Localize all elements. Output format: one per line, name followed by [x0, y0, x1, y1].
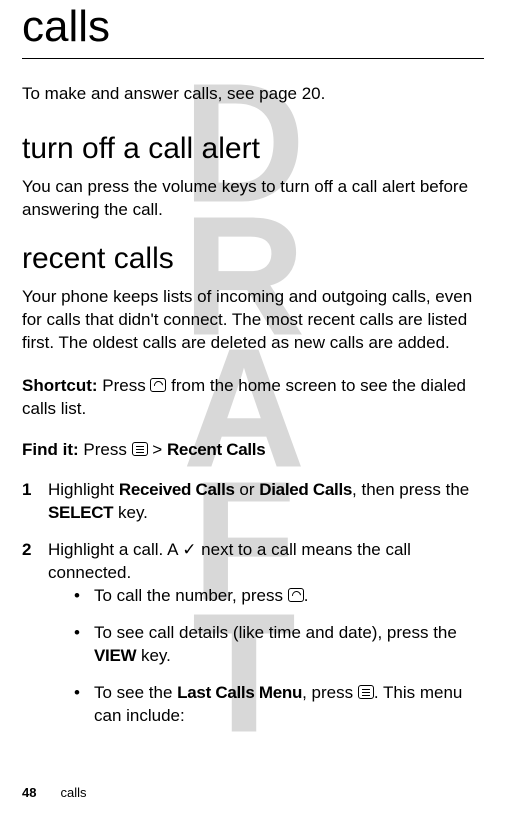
- bullet-call-number: To call the number, press .: [74, 585, 484, 608]
- step2-pre: Highlight a call. A: [48, 540, 182, 559]
- step1-post: key.: [113, 503, 148, 522]
- step-number: 2: [22, 539, 31, 562]
- footer-section: calls: [60, 785, 86, 800]
- step1-mid: , then press the: [352, 480, 469, 499]
- page-content: calls To make and answer calls, see page…: [22, 0, 484, 728]
- title-rule: [22, 58, 484, 59]
- call-key-icon: [150, 378, 166, 392]
- sub-bullets: To call the number, press . To see call …: [48, 585, 484, 728]
- numbered-steps: 1 Highlight Received Calls or Dialed Cal…: [22, 479, 484, 727]
- findit-gt: >: [148, 440, 167, 459]
- findit-line: Find it: Press > Recent Calls: [22, 439, 484, 462]
- step-2: 2 Highlight a call. A ✓ next to a call m…: [22, 539, 484, 728]
- recent-body: Your phone keeps lists of incoming and o…: [22, 286, 484, 355]
- page-title: calls: [22, 0, 484, 56]
- last-calls-menu-label: Last Calls Menu: [177, 683, 302, 702]
- step-number: 1: [22, 479, 31, 502]
- page-footer: 48 calls: [22, 785, 86, 800]
- bullet-last-calls-menu: To see the Last Calls Menu, press . This…: [74, 682, 484, 728]
- step-1: 1 Highlight Received Calls or Dialed Cal…: [22, 479, 484, 525]
- select-key-label: SELECT: [48, 503, 113, 522]
- section-heading-recent: recent calls: [22, 242, 484, 276]
- checkmark-icon: ✓: [182, 540, 196, 559]
- menu-key-icon: [358, 685, 374, 699]
- dialed-calls-label: Dialed Calls: [259, 480, 352, 499]
- page-number: 48: [22, 785, 36, 800]
- findit-label: Find it:: [22, 440, 79, 459]
- shortcut-line: Shortcut: Press from the home screen to …: [22, 375, 484, 421]
- intro-text: To make and answer calls, see page 20.: [22, 83, 484, 106]
- b3-mid: , press: [302, 683, 358, 702]
- bullet-call-details: To see call details (like time and date)…: [74, 622, 484, 668]
- findit-pre: Press: [79, 440, 132, 459]
- step1-or: or: [235, 480, 260, 499]
- b1-post: .: [304, 586, 309, 605]
- findit-recent: Recent Calls: [167, 440, 265, 459]
- received-calls-label: Received Calls: [119, 480, 235, 499]
- b2-pre: To see call details (like time and date)…: [94, 623, 457, 642]
- step1-pre: Highlight: [48, 480, 119, 499]
- b1-pre: To call the number, press: [94, 586, 288, 605]
- menu-key-icon: [132, 442, 148, 456]
- b3-pre: To see the: [94, 683, 177, 702]
- section-heading-turnoff: turn off a call alert: [22, 132, 484, 166]
- shortcut-pre: Press: [98, 376, 151, 395]
- shortcut-label: Shortcut:: [22, 376, 98, 395]
- turnoff-body: You can press the volume keys to turn of…: [22, 176, 484, 222]
- call-key-icon: [288, 588, 304, 602]
- b2-post: key.: [136, 646, 171, 665]
- view-key-label: VIEW: [94, 646, 136, 665]
